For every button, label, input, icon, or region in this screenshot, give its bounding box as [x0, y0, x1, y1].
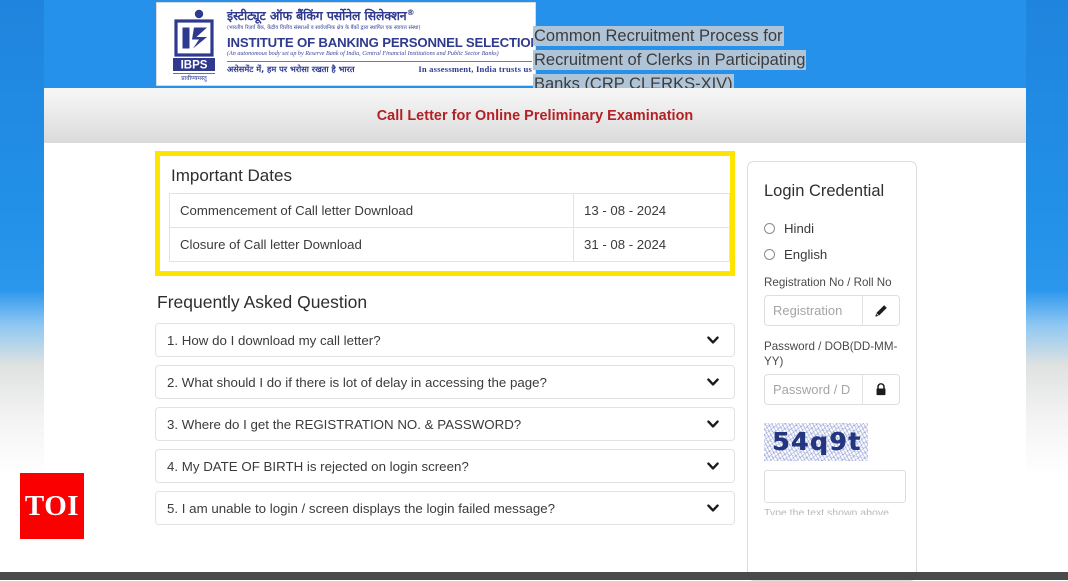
crp-heading: Common Recruitment Process for Recruitme… — [534, 24, 864, 96]
chevron-down-icon[interactable] — [706, 501, 720, 515]
pencil-icon[interactable] — [862, 296, 899, 325]
crp-heading-line-2: Recruitment of Clerks in Participating — [534, 51, 806, 69]
radio-button-icon[interactable] — [764, 223, 775, 234]
faq-question-label: 5. I am unable to login / screen display… — [167, 500, 556, 516]
logo-tagline-hindi: असेसमेंट में, हम पर भरोसा रखता है भारत — [227, 64, 355, 75]
captcha-text: 54q9t — [772, 427, 862, 456]
language-label-hindi: Hindi — [784, 221, 815, 236]
faq-item-5[interactable]: 5. I am unable to login / screen display… — [155, 491, 735, 525]
logo-hindi-title: इंस्टीट्यूट ऑफ बैंकिंग पर्सोनेल सिलेक्शन… — [227, 6, 532, 23]
faq-item-3[interactable]: 3. Where do I get the REGISTRATION NO. &… — [155, 407, 735, 441]
faq-heading: Frequently Asked Question — [157, 292, 368, 312]
page-title: Call Letter for Online Preliminary Exami… — [376, 107, 694, 124]
chevron-down-icon[interactable] — [706, 375, 720, 389]
registration-field-label: Registration No / Roll No — [764, 276, 892, 289]
date-value: 13 - 08 - 2024 — [573, 193, 730, 228]
password-input[interactable] — [765, 375, 862, 404]
faq-item-1[interactable]: 1. How do I download my call letter? — [155, 323, 735, 357]
captcha-input[interactable] — [764, 470, 906, 503]
faq-item-2[interactable]: 2. What should I do if there is lot of d… — [155, 365, 735, 399]
faq-item-4[interactable]: 4. My DATE OF BIRTH is rejected on login… — [155, 449, 735, 483]
important-dates-card: Important Dates Commencement of Call let… — [155, 151, 735, 276]
content-column: IBPS प्रावीण्यमस्तु इंस्टीट्यूट ऑफ बैंकि… — [44, 0, 1026, 581]
toi-watermark-label: TOI — [24, 489, 80, 522]
chevron-down-icon[interactable] — [706, 333, 720, 347]
table-row: Closure of Call letter Download 31 - 08 … — [169, 227, 730, 262]
svg-text:IBPS: IBPS — [181, 59, 208, 71]
language-radio-hindi[interactable]: Hindi — [764, 221, 900, 236]
captcha-section: 54q9t Type the text shown above — [764, 423, 906, 515]
radio-button-icon[interactable] — [764, 249, 775, 260]
password-input-group[interactable] — [764, 374, 900, 405]
faq-question-label: 1. How do I download my call letter? — [167, 332, 381, 348]
language-label-english: English — [784, 247, 828, 262]
crp-heading-line-1: Common Recruitment Process for — [534, 27, 783, 45]
faq-question-label: 2. What should I do if there is lot of d… — [167, 374, 547, 390]
password-field-label: Password / DOB(DD-MM-YY) — [764, 340, 898, 368]
ibps-emblem-icon: IBPS प्रावीण्यमस्तु — [165, 7, 223, 83]
toi-watermark-logo: TOI — [20, 473, 84, 539]
chevron-down-icon[interactable] — [706, 417, 720, 431]
ibps-wordmark: इंस्टीट्यूट ऑफ बैंकिंग पर्सोनेल सिलेक्शन… — [227, 6, 536, 75]
captcha-hint-text: Type the text shown above — [764, 507, 889, 515]
language-radio-english[interactable]: English — [764, 247, 900, 262]
left-column: Important Dates Commencement of Call let… — [155, 151, 735, 533]
registration-input[interactable] — [765, 296, 862, 325]
subheader-bar: Call Letter for Online Preliminary Exami… — [44, 88, 1026, 143]
logo-english-subtitle: (An autonomous body set up by Reserve Ba… — [227, 51, 499, 58]
logo-tagline-english: In assessment, India trusts us — [418, 64, 532, 75]
faq-question-label: 3. Where do I get the REGISTRATION NO. &… — [167, 416, 522, 432]
registration-input-group[interactable] — [764, 295, 900, 326]
emblem-sanskrit: प्रावीण्यमस्तु — [181, 74, 208, 82]
logo-english-title: INSTITUTE OF BANKING PERSONNEL SELECTION — [227, 35, 536, 51]
logo-tagline-row: असेसमेंट में, हम पर भरोसा रखता है भारत I… — [227, 61, 532, 75]
logo-hindi-title-text: इंस्टीट्यूट ऑफ बैंकिंग पर्सोनेल सिलेक्शन — [227, 8, 407, 24]
captcha-image: 54q9t — [764, 423, 868, 461]
login-credential-heading: Login Credential — [764, 182, 885, 200]
login-credential-card: Login Credential Hindi English Registrat… — [747, 161, 917, 581]
bottom-bar — [0, 572, 1068, 580]
important-dates-table: Commencement of Call letter Download 13 … — [169, 193, 730, 262]
registered-mark: ® — [406, 8, 415, 17]
faq-question-label: 4. My DATE OF BIRTH is rejected on login… — [167, 458, 469, 474]
table-row: Commencement of Call letter Download 13 … — [169, 193, 730, 228]
logo-hindi-subtitle: (भारतीय रिज़र्व बैंक, केंद्रीय वित्तीय स… — [227, 25, 421, 32]
body-region: Important Dates Commencement of Call let… — [44, 143, 1026, 581]
chevron-down-icon[interactable] — [706, 459, 720, 473]
date-value: 31 - 08 - 2024 — [573, 227, 730, 262]
ibps-logo-plate: IBPS प्रावीण्यमस्तु इंस्टीट्यूट ऑफ बैंकि… — [156, 2, 536, 86]
date-label: Closure of Call letter Download — [169, 227, 574, 262]
important-dates-heading: Important Dates — [171, 166, 292, 185]
lock-icon[interactable] — [862, 375, 899, 404]
date-label: Commencement of Call letter Download — [169, 193, 574, 228]
